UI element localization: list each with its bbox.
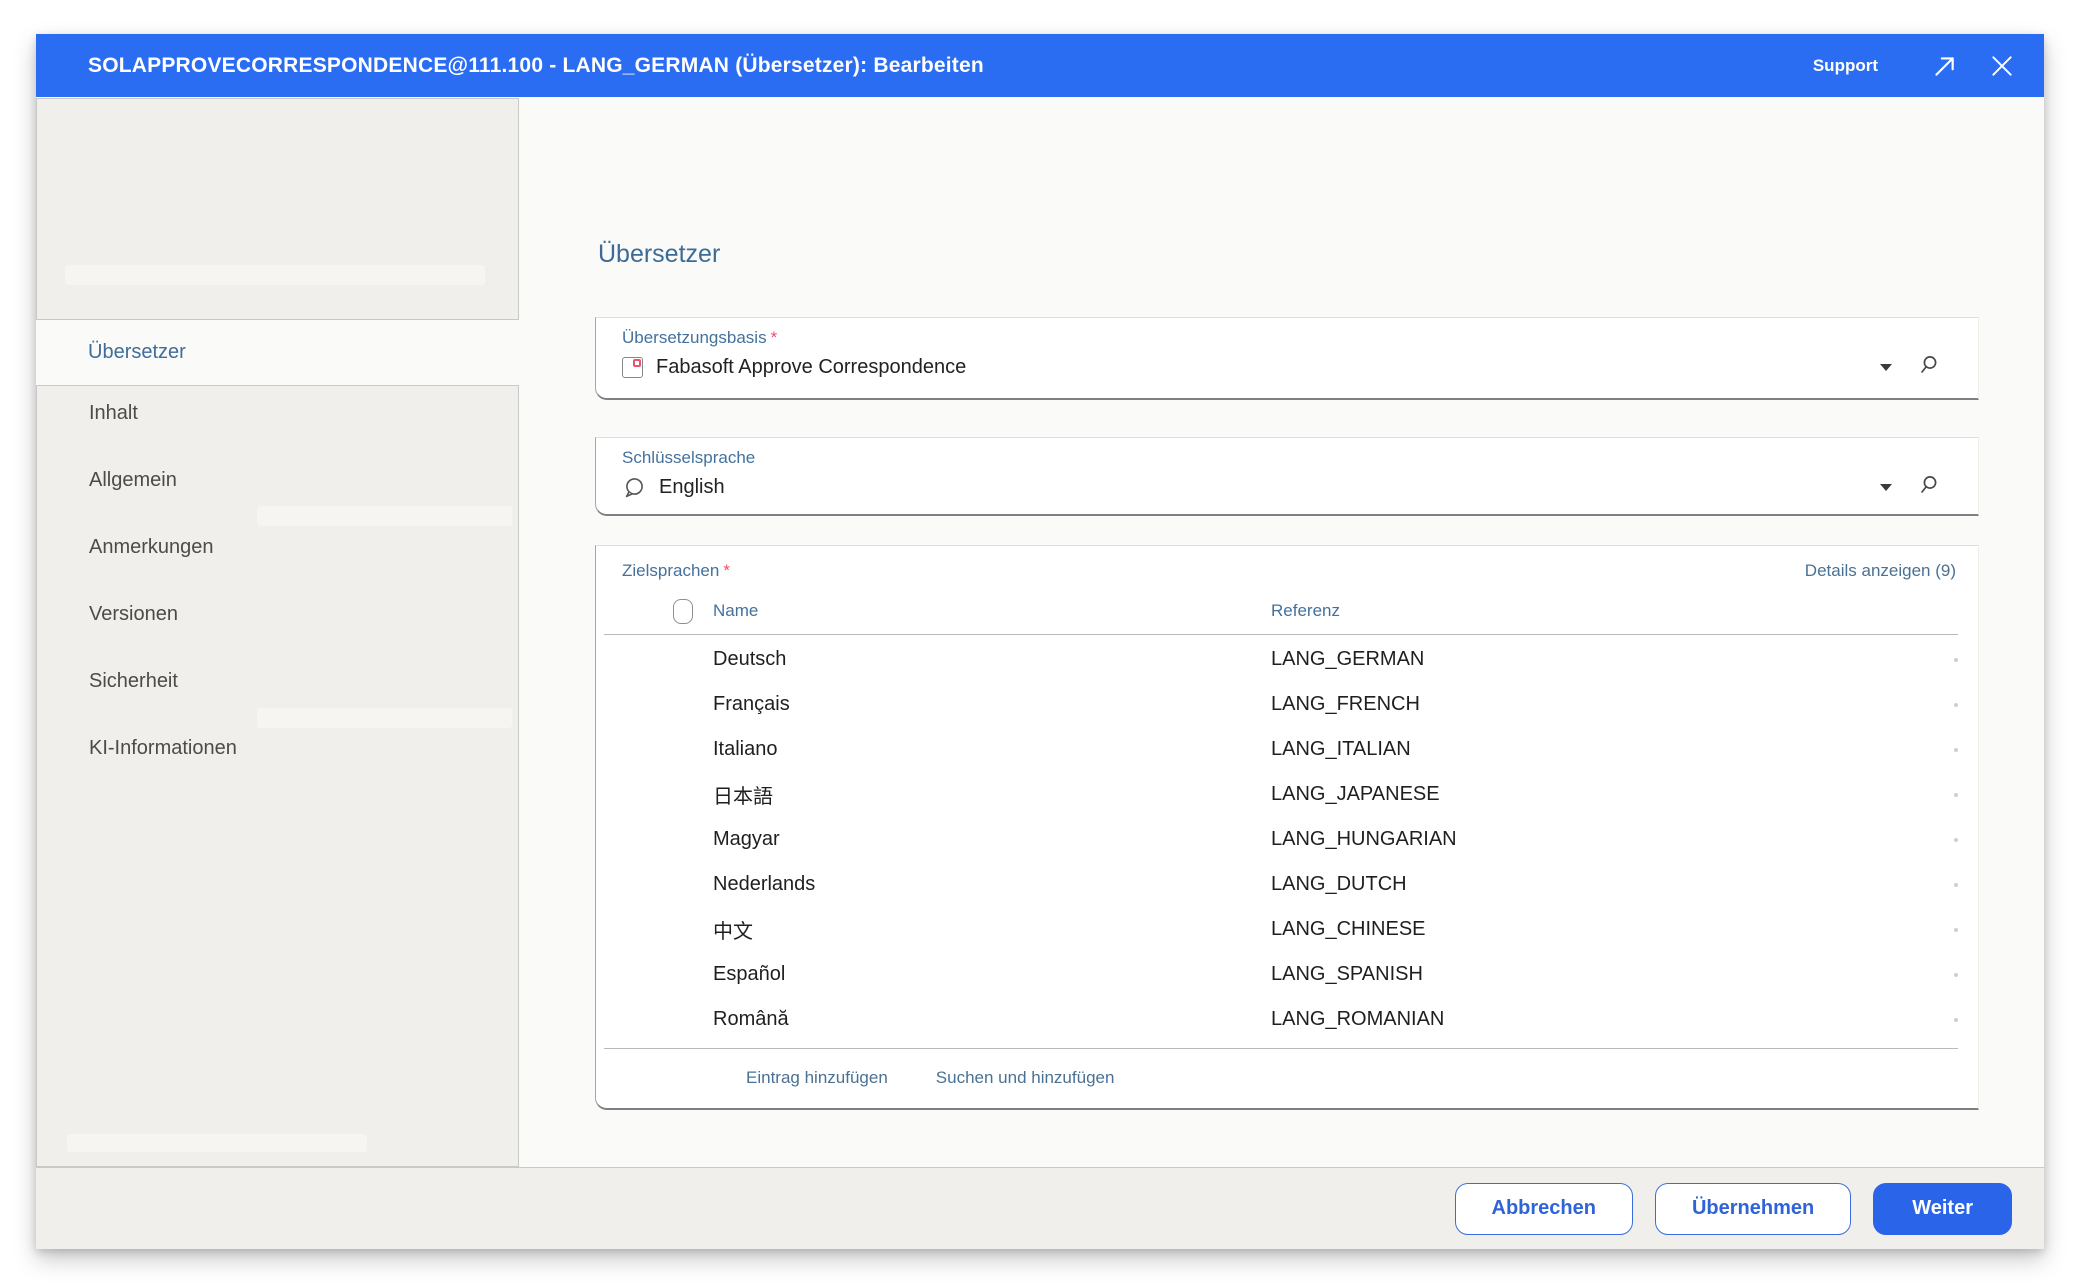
- language-name: Deutsch: [713, 648, 786, 671]
- uebersetzungsbasis-combobox[interactable]: Fabasoft Approve Correspondence: [622, 354, 1954, 381]
- page-title: Übersetzer: [598, 240, 720, 269]
- schluesselsprache-combobox[interactable]: English: [622, 474, 1954, 501]
- object-icon: [622, 357, 643, 378]
- select-all-checkbox[interactable]: [673, 599, 693, 624]
- table-actions: Eintrag hinzufügen Suchen und hinzufügen: [596, 1049, 1978, 1107]
- footer-bar: Abbrechen Übernehmen Weiter: [36, 1167, 2044, 1249]
- language-name: 中文: [713, 915, 753, 944]
- placeholder-stripe: [65, 265, 485, 285]
- support-link[interactable]: Support: [1813, 56, 1878, 76]
- field-uebersetzungsbasis: Übersetzungsbasis* Fabasoft Approve Corr…: [595, 317, 1979, 400]
- table-row[interactable]: Français LANG_FRENCH: [596, 682, 1978, 727]
- table-separator: [604, 634, 1958, 635]
- table-row[interactable]: Italiano LANG_ITALIAN: [596, 727, 1978, 772]
- language-reference: LANG_CHINESE: [1271, 918, 1426, 941]
- search-icon[interactable]: [1918, 474, 1940, 501]
- main-content: Übersetzer Übersetzungsbasis* Fabasoft A…: [519, 97, 2044, 1167]
- row-handle-dot: [1954, 703, 1958, 707]
- screen: SOLAPPROVECORRESPONDENCE@111.100 - LANG_…: [0, 0, 2085, 1288]
- language-name: Nederlands: [713, 873, 815, 896]
- sidebar-item-label: Sicherheit: [89, 670, 178, 693]
- add-entry-link[interactable]: Eintrag hinzufügen: [746, 1068, 888, 1088]
- row-handle-dot: [1954, 658, 1958, 662]
- language-reference: LANG_JAPANESE: [1271, 783, 1440, 806]
- row-handle-dot: [1954, 883, 1958, 887]
- sidebar-item-uebersetzer[interactable]: Übersetzer: [36, 321, 520, 384]
- sidebar-item-versionen[interactable]: Versionen: [37, 581, 518, 648]
- language-name: Română: [713, 1008, 789, 1031]
- required-marker: *: [723, 561, 730, 580]
- field-label: Übersetzungsbasis: [622, 328, 767, 347]
- target-languages-label: Zielsprachen: [622, 561, 719, 580]
- dropdown-caret-icon[interactable]: [1880, 484, 1892, 491]
- sidebar-item-label: KI-Informationen: [89, 737, 237, 760]
- sidebar-menu: Inhalt Allgemein Anmerkungen Versionen S…: [36, 385, 519, 1167]
- table-header-row: Name Referenz: [596, 594, 1978, 628]
- language-name: Magyar: [713, 828, 780, 851]
- sidebar-item-label: Inhalt: [89, 402, 138, 425]
- table-body: Deutsch LANG_GERMAN Français LANG_FRENCH…: [596, 637, 1978, 1042]
- apply-button[interactable]: Übernehmen: [1655, 1183, 1851, 1235]
- table-row[interactable]: 中文 LANG_CHINESE: [596, 907, 1978, 952]
- language-reference: LANG_DUTCH: [1271, 873, 1407, 896]
- field-schluesselsprache: Schlüsselsprache English: [595, 437, 1979, 516]
- placeholder-stripe: [67, 1134, 367, 1152]
- placeholder-stripe: [257, 708, 512, 728]
- table-row[interactable]: Español LANG_SPANISH: [596, 952, 1978, 997]
- language-reference: LANG_FRENCH: [1271, 693, 1420, 716]
- language-name: Español: [713, 963, 785, 986]
- sidebar-item-label: Übersetzer: [88, 341, 186, 364]
- row-handle-dot: [1954, 1018, 1958, 1022]
- dropdown-caret-icon[interactable]: [1880, 364, 1892, 371]
- language-name: Italiano: [713, 738, 778, 761]
- language-reference: LANG_ITALIAN: [1271, 738, 1411, 761]
- language-reference: LANG_SPANISH: [1271, 963, 1423, 986]
- title-bar: SOLAPPROVECORRESPONDENCE@111.100 - LANG_…: [36, 34, 2044, 97]
- sidebar-item-label: Anmerkungen: [89, 536, 214, 559]
- field-label: Schlüsselsprache: [622, 448, 755, 467]
- language-reference: LANG_HUNGARIAN: [1271, 828, 1457, 851]
- window-title: SOLAPPROVECORRESPONDENCE@111.100 - LANG_…: [36, 54, 984, 78]
- table-row[interactable]: Deutsch LANG_GERMAN: [596, 637, 1978, 682]
- placeholder-stripe: [257, 506, 512, 526]
- cancel-button[interactable]: Abbrechen: [1455, 1183, 1633, 1235]
- target-languages-panel: Zielsprachen* Details anzeigen (9) Name …: [595, 545, 1979, 1110]
- required-marker: *: [771, 328, 778, 347]
- table-row[interactable]: Română LANG_ROMANIAN: [596, 997, 1978, 1042]
- sidebar-item-label: Versionen: [89, 603, 178, 626]
- field-value: English: [659, 476, 725, 499]
- language-name: 日本語: [713, 780, 773, 809]
- column-header-referenz: Referenz: [1271, 601, 1340, 621]
- language-reference: LANG_ROMANIAN: [1271, 1008, 1444, 1031]
- search-and-add-link[interactable]: Suchen und hinzufügen: [936, 1068, 1115, 1088]
- close-icon[interactable]: [1988, 52, 2016, 80]
- titlebar-actions: Support: [1813, 52, 2044, 80]
- language-reference: LANG_GERMAN: [1271, 648, 1424, 671]
- field-value: Fabasoft Approve Correspondence: [656, 356, 966, 379]
- sidebar-item-inhalt[interactable]: Inhalt: [37, 380, 518, 447]
- next-button[interactable]: Weiter: [1873, 1183, 2012, 1235]
- column-header-name: Name: [713, 601, 758, 621]
- row-handle-dot: [1954, 838, 1958, 842]
- show-details-link[interactable]: Details anzeigen (9): [1805, 561, 1956, 581]
- table-row[interactable]: Nederlands LANG_DUTCH: [596, 862, 1978, 907]
- language-name: Français: [713, 693, 790, 716]
- row-handle-dot: [1954, 748, 1958, 752]
- sidebar-item-label: Allgemein: [89, 469, 177, 492]
- language-bubble-icon: [622, 476, 646, 500]
- sidebar-preview-box: [36, 98, 519, 320]
- row-handle-dot: [1954, 973, 1958, 977]
- sidebar-item-allgemein[interactable]: Allgemein: [37, 447, 518, 514]
- dialog-window: SOLAPPROVECORRESPONDENCE@111.100 - LANG_…: [36, 34, 2044, 1249]
- open-external-icon[interactable]: [1930, 52, 1958, 80]
- table-row[interactable]: 日本語 LANG_JAPANESE: [596, 772, 1978, 817]
- search-icon[interactable]: [1918, 354, 1940, 381]
- sidebar-item-sicherheit[interactable]: Sicherheit: [37, 648, 518, 715]
- row-handle-dot: [1954, 928, 1958, 932]
- row-handle-dot: [1954, 793, 1958, 797]
- table-row[interactable]: Magyar LANG_HUNGARIAN: [596, 817, 1978, 862]
